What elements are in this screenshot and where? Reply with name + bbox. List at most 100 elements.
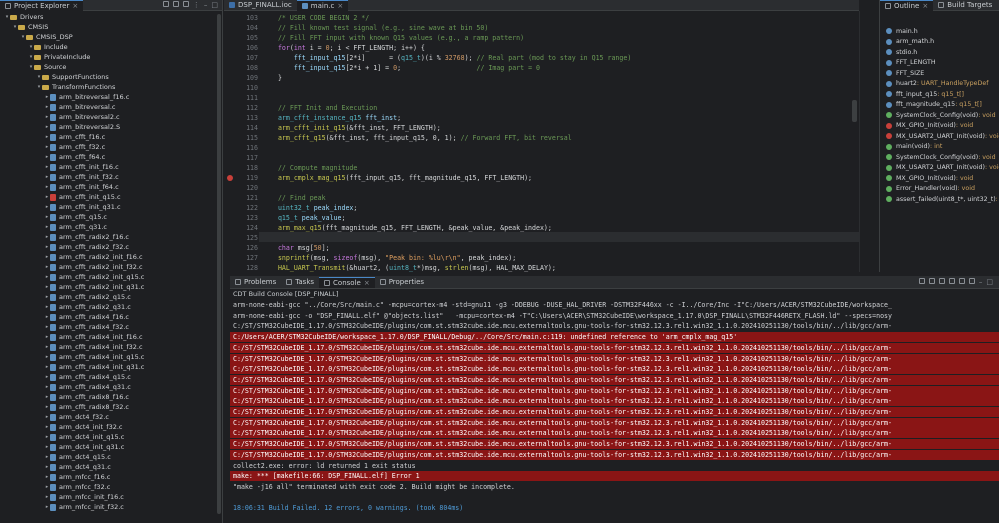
tree-file[interactable]: ▸ arm_cfft_init_f32.c bbox=[0, 172, 119, 182]
tree-file[interactable]: ▸ arm_mfcc_f16.c bbox=[0, 472, 111, 482]
code-area[interactable]: 103 /* USER CODE BEGIN 2 */ 104 // Fill k… bbox=[224, 11, 859, 272]
outline-item[interactable]: FFT_SIZE bbox=[886, 68, 924, 78]
close-icon[interactable]: × bbox=[922, 2, 928, 10]
outline-item[interactable]: SystemClock_Config(void) : void bbox=[886, 152, 996, 162]
outline-item[interactable]: main.h bbox=[886, 26, 918, 36]
tree-file[interactable]: ▸ arm_cfft_init_f16.c bbox=[0, 162, 119, 172]
tree-file[interactable]: ▸ arm_dct4_q31.c bbox=[0, 462, 111, 472]
tree-file[interactable]: ▸ arm_cfft_radix4_q15.c bbox=[0, 372, 131, 382]
maximize-icon[interactable]: □ bbox=[986, 278, 993, 286]
tree-folder[interactable]: ▾ Source bbox=[0, 62, 67, 72]
scroll-lock-icon[interactable] bbox=[928, 278, 935, 284]
tab-tasks[interactable]: Tasks bbox=[281, 277, 319, 288]
tree-file[interactable]: ▸ arm_cfft_radix2_q15.c bbox=[0, 292, 131, 302]
code-token: snprintf bbox=[270, 254, 310, 262]
close-icon[interactable]: × bbox=[364, 279, 370, 287]
maximize-icon[interactable]: □ bbox=[211, 1, 218, 9]
filter-icon[interactable] bbox=[182, 1, 189, 7]
tree-file[interactable]: ▸ arm_cfft_radix2_init_q31.c bbox=[0, 282, 145, 292]
tree-file[interactable]: ▸ arm_cfft_radix8_f16.c bbox=[0, 392, 129, 402]
close-icon[interactable]: × bbox=[337, 2, 343, 10]
tab-problems[interactable]: Problems bbox=[230, 277, 281, 288]
tree-file[interactable]: ▸ arm_cfft_init_q31.c bbox=[0, 202, 121, 212]
tab-ioc-file[interactable]: DSP_FINALL.ioc bbox=[224, 0, 297, 11]
outline-item[interactable]: main(void) : int bbox=[886, 142, 942, 152]
console-output[interactable]: arm-none-eabi-gcc "../Core/Src/main.c" -… bbox=[230, 300, 999, 523]
outline-item[interactable]: fft_magnitude_q15 : q15_t[] bbox=[886, 100, 982, 110]
minimize-icon[interactable]: – bbox=[979, 278, 983, 286]
tree-file[interactable]: ▸ arm_cfft_radix4_init_q31.c bbox=[0, 362, 145, 372]
tree-file[interactable]: ▸ arm_bitreversal2.S bbox=[0, 122, 120, 132]
tree-file[interactable]: ▸ arm_cfft_radix4_f16.c bbox=[0, 312, 129, 322]
tab-outline[interactable]: Outline × bbox=[880, 0, 934, 11]
tab-console[interactable]: Console × bbox=[319, 276, 375, 288]
tab-build-targets[interactable]: Build Targets bbox=[933, 0, 997, 11]
collapse-all-icon[interactable] bbox=[162, 1, 169, 7]
display-console-icon[interactable] bbox=[958, 278, 965, 284]
tree-file[interactable]: ▸ arm_dct4_init_f32.c bbox=[0, 422, 123, 432]
outline-item[interactable]: MX_USART2_UART_Init(void) : void bbox=[886, 131, 999, 141]
tree-file[interactable]: ▸ arm_dct4_f32.c bbox=[0, 412, 109, 422]
tree-file[interactable]: ▸ arm_cfft_init_q15.c bbox=[0, 192, 121, 202]
tree-file[interactable]: ▸ arm_mfcc_init_f32.c bbox=[0, 502, 124, 512]
clear-console-icon[interactable] bbox=[918, 278, 925, 284]
tree-file[interactable]: ▸ arm_bitreversal.c bbox=[0, 102, 116, 112]
open-console-icon[interactable] bbox=[968, 278, 975, 284]
pin-console-icon[interactable] bbox=[948, 278, 955, 284]
outline-item[interactable]: assert_failed(uint8_t*, uint32_t) : void bbox=[886, 194, 999, 204]
outline-item[interactable]: huart2 : UART_HandleTypeDef bbox=[886, 79, 988, 89]
tree-file[interactable]: ▸ arm_cfft_radix2_init_q15.c bbox=[0, 272, 145, 282]
outline-item[interactable]: Error_Handler(void) : void bbox=[886, 184, 975, 194]
link-editor-icon[interactable] bbox=[172, 1, 179, 7]
tree-folder[interactable]: ▾ PrivateInclude bbox=[0, 52, 91, 62]
tree-folder[interactable]: ▾ Include bbox=[0, 42, 68, 52]
outline-item[interactable]: stdio.h bbox=[886, 47, 917, 57]
tree-file[interactable]: ▸ arm_cfft_q15.c bbox=[0, 212, 107, 222]
tree-file[interactable]: ▸ arm_dct4_init_q15.c bbox=[0, 432, 125, 442]
outline-item[interactable]: FFT_LENGTH bbox=[886, 58, 936, 68]
view-menu-icon[interactable]: ⋮ bbox=[193, 1, 200, 9]
tree-file[interactable]: ▸ arm_cfft_radix8_f32.c bbox=[0, 402, 129, 412]
tree-file[interactable]: ▸ arm_cfft_f32.c bbox=[0, 142, 105, 152]
tree-file[interactable]: ▸ arm_cfft_radix2_init_f16.c bbox=[0, 252, 143, 262]
tree-file[interactable]: ▸ arm_cfft_radix4_f32.c bbox=[0, 322, 129, 332]
tree-file[interactable]: ▸ arm_cfft_radix2_f32.c bbox=[0, 242, 129, 252]
tree-file[interactable]: ▸ arm_cfft_radix2_q31.c bbox=[0, 302, 131, 312]
tree-file[interactable]: ▸ arm_bitreversal_f16.c bbox=[0, 92, 130, 102]
tree-file[interactable]: ▸ arm_bitreversal2.c bbox=[0, 112, 120, 122]
outline-item[interactable]: MX_GPIO_Init(void) : void bbox=[886, 173, 973, 183]
tree-file[interactable]: ▸ arm_cfft_radix4_q31.c bbox=[0, 382, 131, 392]
tab-properties[interactable]: Properties bbox=[375, 277, 429, 288]
tree-file[interactable]: ▸ arm_cfft_radix4_init_f32.c bbox=[0, 342, 143, 352]
tree-file[interactable]: ▸ arm_cfft_q31.c bbox=[0, 222, 107, 232]
tree-file[interactable]: ▸ arm_dct4_init_q31.c bbox=[0, 442, 125, 452]
tree-file[interactable]: ▸ arm_cfft_f16.c bbox=[0, 132, 105, 142]
minimize-icon[interactable]: – bbox=[204, 1, 208, 9]
tree-folder[interactable]: ▾ TransformFunctions bbox=[0, 82, 116, 92]
tree-file[interactable]: ▸ arm_cfft_radix4_init_f16.c bbox=[0, 332, 143, 342]
tree-file[interactable]: ▸ arm_mfcc_init_f16.c bbox=[0, 492, 124, 502]
tree-file[interactable]: ▸ arm_cfft_radix2_f16.c bbox=[0, 232, 129, 242]
outline-item[interactable]: fft_input_q15 : q15_t[] bbox=[886, 89, 964, 99]
tree-file[interactable]: ▸ arm_cfft_f64.c bbox=[0, 152, 105, 162]
tree-file[interactable]: ▸ arm_dct4_q15.c bbox=[0, 452, 111, 462]
tab-main-c[interactable]: main.c × bbox=[296, 0, 349, 11]
tree-folder[interactable]: ▾ SupportFunctions bbox=[0, 72, 109, 82]
tree-folder[interactable]: ▾ CMSIS bbox=[0, 22, 49, 32]
outline-item[interactable]: SystemClock_Config(void) : void bbox=[886, 110, 996, 120]
tab-project-explorer[interactable]: Project Explorer × bbox=[0, 0, 84, 11]
tree-folder[interactable]: ▾ Drivers bbox=[0, 12, 44, 22]
tree-file[interactable]: ▸ arm_mfcc_f32.c bbox=[0, 482, 111, 492]
word-wrap-icon[interactable] bbox=[938, 278, 945, 284]
outline-item[interactable]: MX_GPIO_Init(void) : void bbox=[886, 121, 973, 131]
tree-file[interactable]: ▸ arm_cfft_radix4_init_q15.c bbox=[0, 352, 145, 362]
outline-item[interactable]: arm_math.h bbox=[886, 37, 934, 47]
outline-item[interactable]: MX_USART2_UART_Init(void) : void bbox=[886, 163, 999, 173]
tree-scrollbar[interactable] bbox=[217, 14, 221, 514]
error-marker-icon[interactable] bbox=[227, 175, 233, 181]
tree-file[interactable]: ▸ arm_cfft_radix2_init_f32.c bbox=[0, 262, 143, 272]
editor-scrollbar[interactable] bbox=[852, 100, 857, 122]
tree-file[interactable]: ▸ arm_cfft_init_f64.c bbox=[0, 182, 119, 192]
tree-folder[interactable]: ▾ CMSIS_DSP bbox=[0, 32, 73, 42]
close-icon[interactable]: × bbox=[72, 2, 78, 10]
